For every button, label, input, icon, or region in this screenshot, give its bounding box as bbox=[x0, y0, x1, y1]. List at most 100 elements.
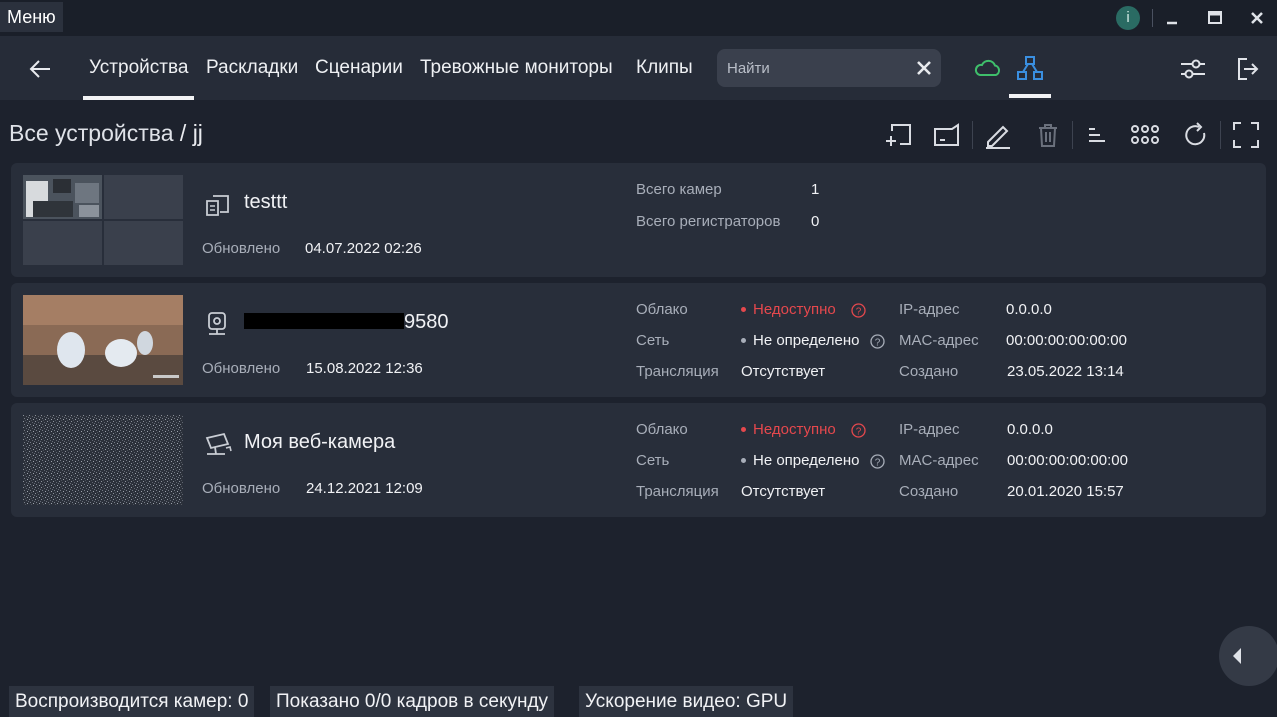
fullscreen-icon[interactable] bbox=[1231, 120, 1261, 150]
breadcrumb: Все устройства / jj bbox=[9, 120, 203, 147]
help-icon[interactable]: ? bbox=[851, 303, 866, 318]
network-status: Не определено bbox=[741, 332, 859, 349]
device-card-camera[interactable]: 9580 Обновлено 15.08.2022 12:36 Облако Н… bbox=[11, 283, 1266, 397]
total-cameras-value: 1 bbox=[811, 181, 820, 198]
edit-icon[interactable] bbox=[983, 120, 1013, 150]
help-icon[interactable]: ? bbox=[851, 423, 866, 438]
tab-scenarios[interactable]: Сценарии bbox=[315, 36, 403, 100]
main-navbar: Устройства Раскладки Сценарии Тревожные … bbox=[0, 36, 1277, 100]
breadcrumb-current: jj bbox=[192, 120, 203, 146]
help-icon[interactable]: ? bbox=[870, 334, 885, 349]
breadcrumb-root[interactable]: Все устройства bbox=[9, 120, 174, 146]
camera-preview-thumbnail bbox=[23, 415, 183, 505]
device-name: Моя веб-камера bbox=[244, 431, 396, 453]
camera-preview-thumbnail bbox=[23, 175, 102, 219]
tab-clips[interactable]: Клипы bbox=[636, 36, 693, 100]
device-group-icon bbox=[204, 190, 232, 218]
tab-layouts[interactable]: Раскладки bbox=[206, 36, 298, 100]
back-arrow-icon[interactable] bbox=[26, 56, 56, 82]
search-input[interactable] bbox=[717, 49, 917, 87]
status-dot bbox=[741, 426, 746, 432]
svg-text:?: ? bbox=[875, 458, 881, 469]
stream-value: Отсутствует bbox=[741, 483, 826, 500]
updated-value: 24.12.2021 12:09 bbox=[306, 480, 423, 497]
cloud-status-text: Недоступно bbox=[753, 301, 836, 318]
side-panel-toggle-button[interactable] bbox=[1219, 626, 1277, 686]
tab-devices[interactable]: Устройства bbox=[82, 36, 195, 100]
topology-icon[interactable] bbox=[1016, 54, 1044, 82]
close-icon[interactable] bbox=[1245, 6, 1269, 30]
network-label: Сеть bbox=[636, 452, 670, 469]
grid-view-icon[interactable] bbox=[1130, 120, 1160, 150]
total-recorders-value: 0 bbox=[811, 213, 820, 230]
updated-value: 04.07.2022 02:26 bbox=[305, 240, 422, 257]
minimize-icon[interactable] bbox=[1160, 6, 1184, 30]
cloud-status-text: Недоступно bbox=[753, 421, 836, 438]
settings-sliders-icon[interactable] bbox=[1179, 56, 1207, 82]
sort-icon[interactable] bbox=[1083, 120, 1113, 150]
device-card-webcam[interactable]: Моя веб-камера Обновлено 24.12.2021 12:0… bbox=[11, 403, 1266, 517]
toolbar-divider bbox=[972, 121, 973, 149]
info-icon[interactable]: i bbox=[1116, 6, 1140, 30]
stream-label: Трансляция bbox=[636, 483, 719, 500]
toolbar-divider bbox=[1072, 121, 1073, 149]
delete-icon[interactable] bbox=[1033, 120, 1063, 150]
titlebar-divider bbox=[1152, 9, 1153, 27]
maximize-icon[interactable] bbox=[1203, 6, 1227, 30]
cloud-icon[interactable] bbox=[973, 56, 1003, 80]
empty-preview-slot bbox=[23, 221, 102, 265]
updated-value: 15.08.2022 12:36 bbox=[306, 360, 423, 377]
network-label: Сеть bbox=[636, 332, 670, 349]
svg-text:?: ? bbox=[856, 427, 862, 438]
network-status-text: Не определено bbox=[753, 332, 860, 349]
ip-value: 0.0.0.0 bbox=[1007, 421, 1053, 438]
cloud-status: Недоступно bbox=[741, 301, 836, 318]
network-status-text: Не определено bbox=[753, 452, 860, 469]
menu-button[interactable]: Меню bbox=[0, 2, 63, 32]
topology-active-indicator bbox=[1009, 94, 1051, 98]
ip-value: 0.0.0.0 bbox=[1006, 301, 1052, 318]
chevron-left-icon bbox=[1233, 648, 1241, 664]
breadcrumb-separator: / bbox=[179, 120, 187, 146]
camera-preview-thumbnail bbox=[23, 295, 183, 385]
total-recorders-label: Всего регистраторов bbox=[636, 213, 781, 230]
svg-text:?: ? bbox=[875, 338, 881, 349]
status-video-acceleration: Ускорение видео: GPU bbox=[579, 686, 794, 717]
ip-label: IP-адрес bbox=[899, 301, 960, 318]
status-playing-cameras: Воспроизводится камер: 0 bbox=[9, 686, 255, 717]
empty-preview-slot bbox=[104, 221, 183, 265]
cloud-status: Недоступно bbox=[741, 421, 836, 438]
status-dot bbox=[741, 306, 746, 312]
mac-label: MAC-адрес bbox=[899, 332, 979, 349]
add-device-icon[interactable] bbox=[884, 120, 914, 150]
device-name: 9580 bbox=[244, 311, 449, 334]
updated-label: Обновлено bbox=[202, 480, 281, 497]
created-label: Создано bbox=[899, 483, 959, 500]
camera-icon bbox=[204, 310, 232, 338]
title-bar: Меню i bbox=[0, 0, 1277, 36]
group-preview-grid bbox=[23, 175, 183, 265]
webcam-icon bbox=[204, 430, 232, 458]
clear-search-icon[interactable] bbox=[914, 58, 934, 78]
mac-value: 00:00:00:00:00:00 bbox=[1006, 332, 1127, 349]
total-cameras-label: Всего камер bbox=[636, 181, 722, 198]
created-value: 20.01.2020 15:57 bbox=[1007, 483, 1124, 500]
cloud-label: Облако bbox=[636, 421, 688, 438]
device-name: testtt bbox=[244, 191, 288, 213]
refresh-icon[interactable] bbox=[1181, 120, 1211, 150]
svg-text:?: ? bbox=[856, 307, 862, 318]
empty-preview-slot bbox=[104, 175, 183, 219]
device-card-group[interactable]: testtt Обновлено 04.07.2022 02:26 Всего … bbox=[11, 163, 1266, 277]
redacted-name-block bbox=[244, 312, 404, 329]
help-icon[interactable]: ? bbox=[870, 454, 885, 469]
mac-label: MAC-адрес bbox=[899, 452, 979, 469]
cloud-label: Облако bbox=[636, 301, 688, 318]
created-value: 23.05.2022 13:14 bbox=[1007, 363, 1124, 380]
status-fps: Показано 0/0 кадров в секунду bbox=[270, 686, 555, 717]
device-icon[interactable] bbox=[932, 120, 962, 150]
toolbar-divider bbox=[1220, 121, 1221, 149]
device-name-suffix: 9580 bbox=[404, 311, 449, 333]
logout-icon[interactable] bbox=[1235, 55, 1261, 83]
tab-alarm-monitors[interactable]: Тревожные мониторы bbox=[420, 36, 613, 100]
stream-label: Трансляция bbox=[636, 363, 719, 380]
